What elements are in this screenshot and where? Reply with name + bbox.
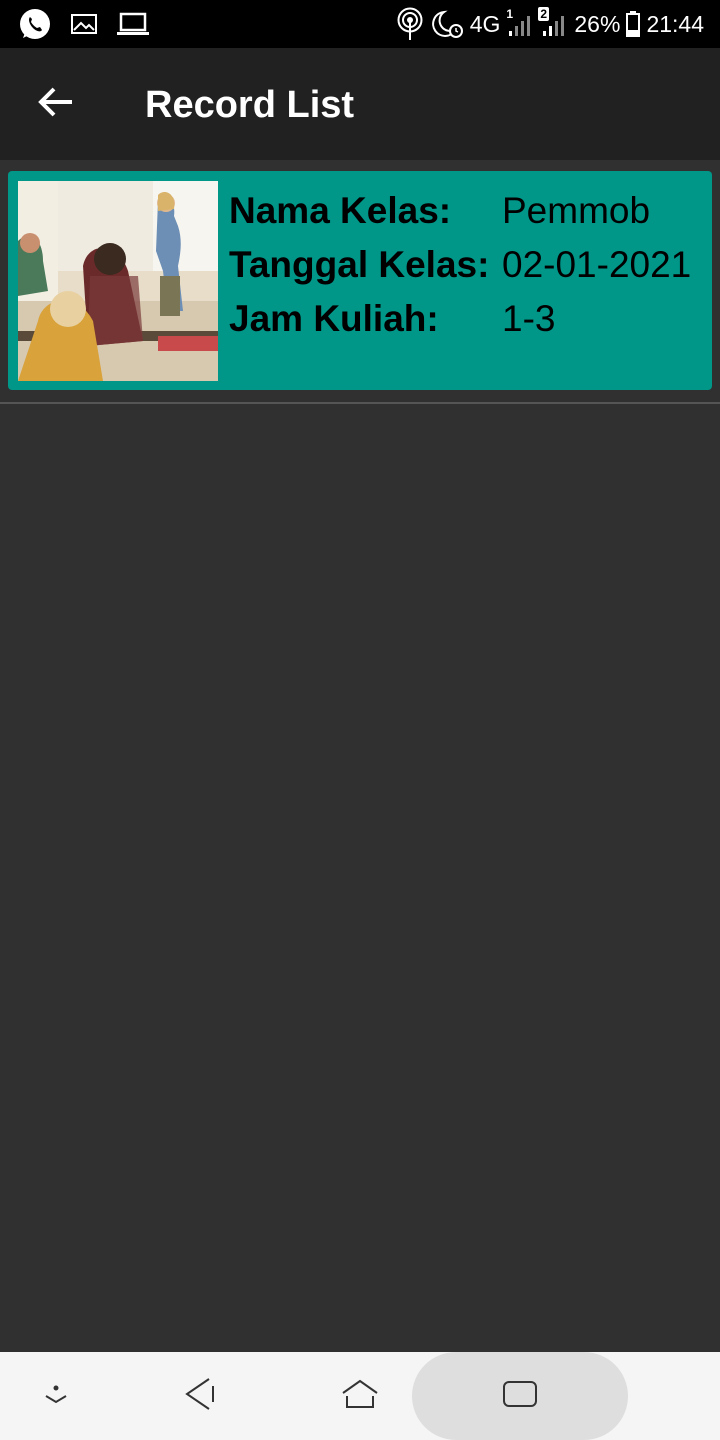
- navigation-bar: [0, 1352, 720, 1440]
- recents-icon: [502, 1379, 538, 1414]
- field-label: Jam Kuliah:: [229, 298, 439, 339]
- field-value: 1-3: [502, 298, 556, 339]
- home-icon: [340, 1377, 380, 1416]
- nav-back-button[interactable]: [164, 1352, 236, 1440]
- laptop-icon: [116, 11, 150, 37]
- field-label: Nama Kelas:: [229, 190, 452, 231]
- list-divider: [0, 402, 720, 404]
- record-card[interactable]: Nama Kelas: Pemmob Tanggal Kelas: 02-01-…: [8, 171, 712, 390]
- home-button[interactable]: [324, 1352, 396, 1440]
- battery-percent: 26%: [574, 10, 621, 37]
- status-right-icons: 4G 1 2 26% 21:44: [396, 7, 704, 41]
- field-label: Tanggal Kelas:: [229, 244, 490, 285]
- field-value: 02-01-2021: [502, 244, 692, 285]
- signal-sim1-icon: 1: [506, 7, 534, 37]
- night-alarm-icon: [430, 9, 464, 39]
- network-type: 4G: [469, 10, 501, 37]
- gallery-icon: [70, 12, 98, 36]
- sim1-label: 1: [506, 7, 514, 21]
- dropdown-icon: [41, 1382, 71, 1411]
- classroom-photo: [18, 181, 218, 381]
- signal-sim2-icon: 2: [538, 7, 568, 37]
- arrow-back-icon: [38, 86, 74, 123]
- page-title: Record List: [145, 84, 355, 126]
- sim2-label: 2: [538, 7, 550, 21]
- whatsapp-icon: [18, 7, 52, 41]
- back-button[interactable]: [28, 78, 84, 130]
- status-bar: 4G 1 2 26% 21:44: [0, 0, 720, 48]
- back-icon: [183, 1376, 217, 1417]
- hotspot-icon: [396, 7, 424, 41]
- clock: 21:44: [646, 10, 704, 37]
- dropdown-button[interactable]: [20, 1352, 92, 1440]
- field-value: Pemmob: [502, 190, 651, 231]
- recents-button[interactable]: [484, 1352, 556, 1440]
- app-bar: Record List: [0, 48, 720, 160]
- status-left-icons: [18, 8, 150, 40]
- battery-icon: [626, 11, 641, 37]
